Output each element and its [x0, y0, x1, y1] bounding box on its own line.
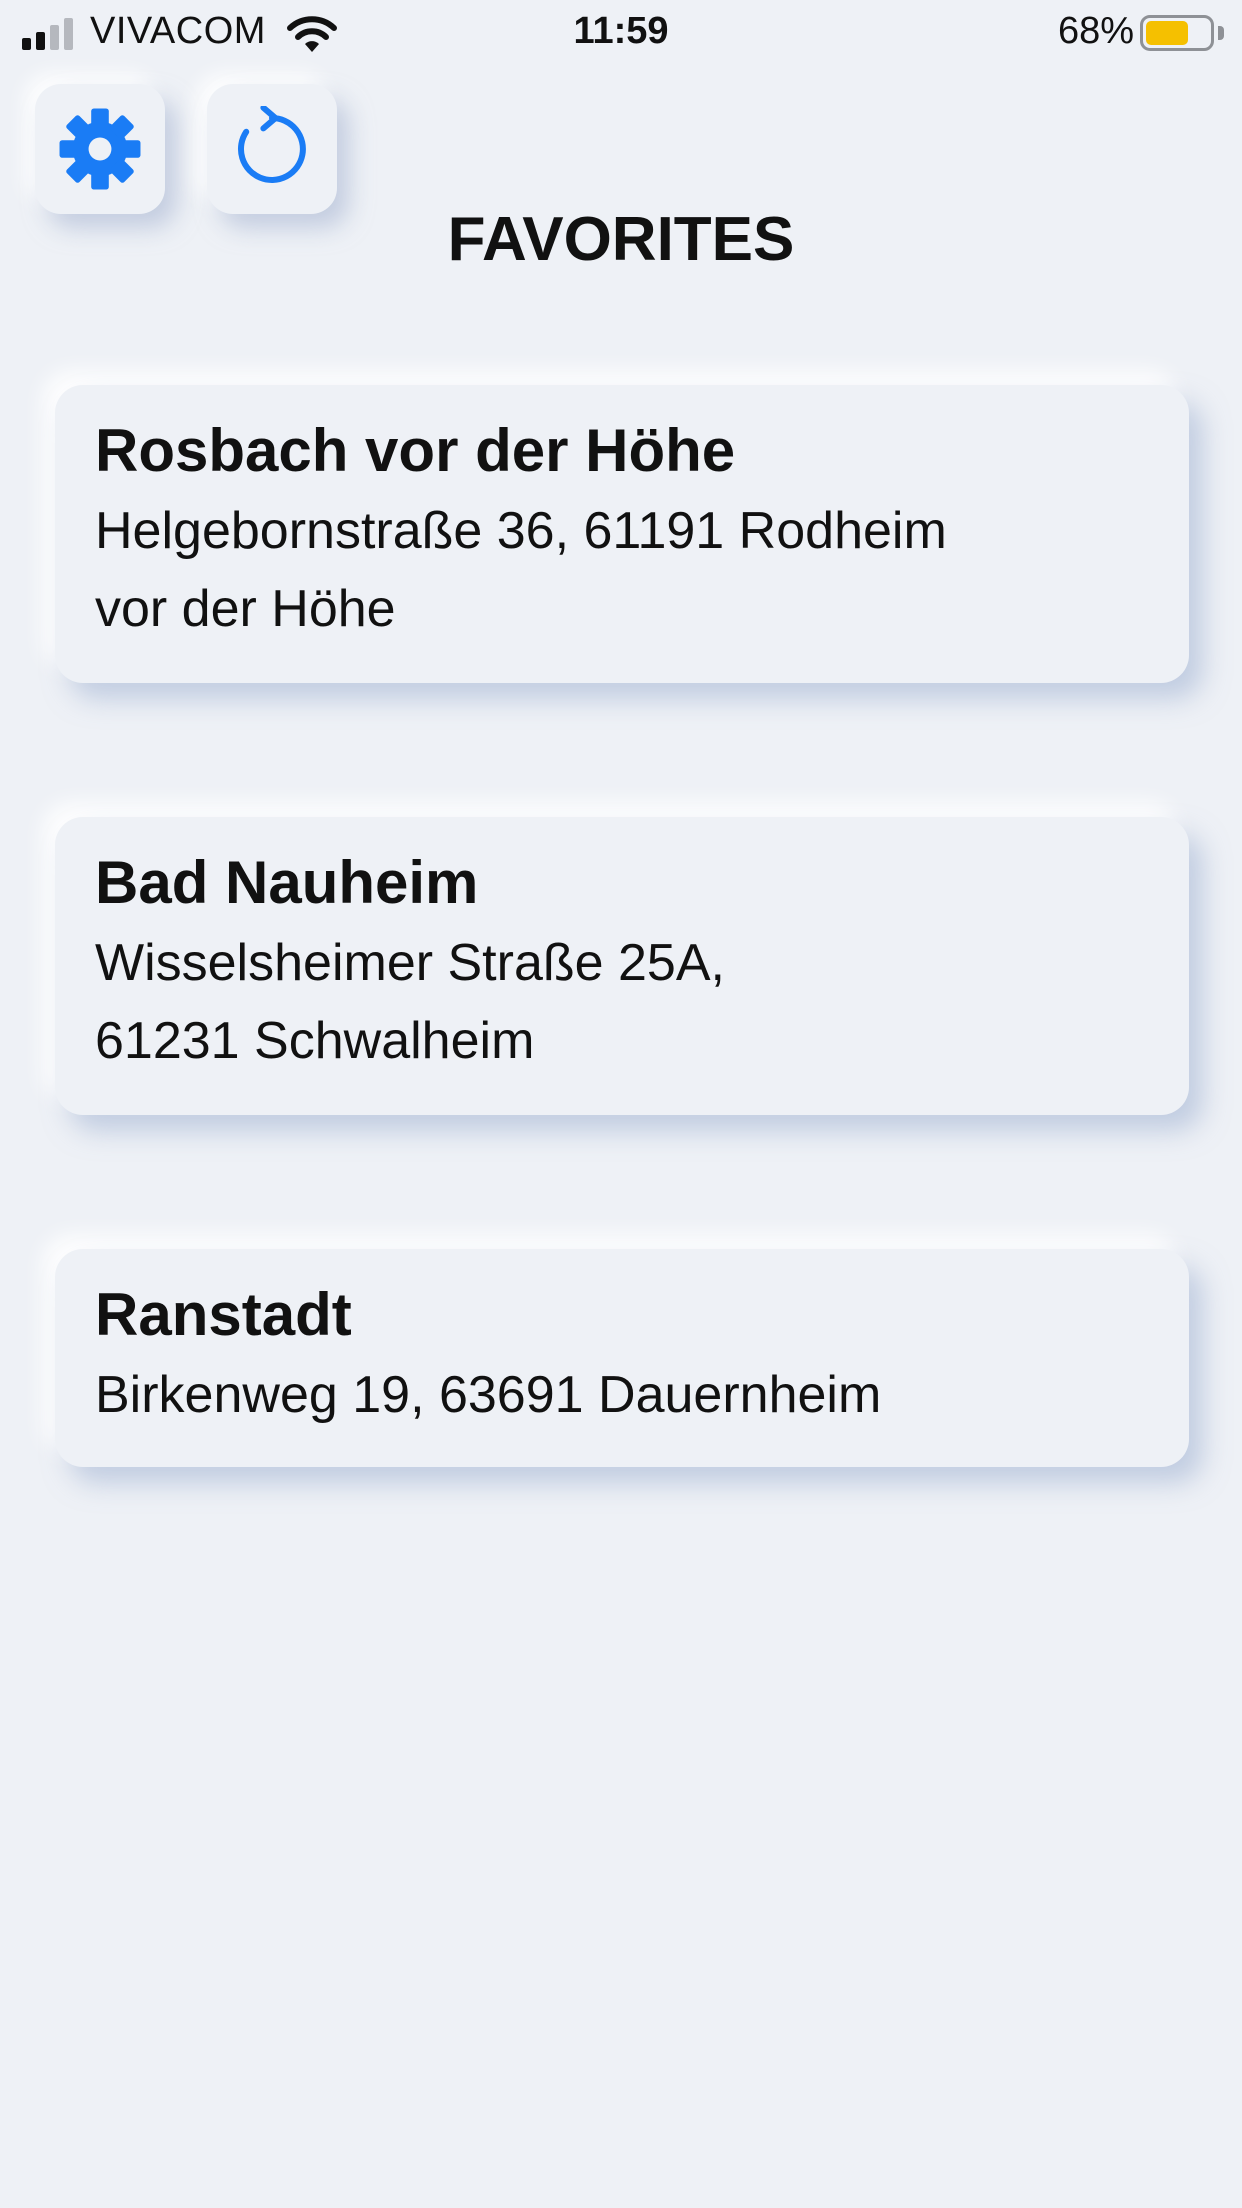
favorite-card[interactable]: Rosbach vor der Höhe Helgebornstraße 36,… — [55, 385, 1189, 683]
refresh-icon — [237, 106, 306, 183]
favorite-card[interactable]: Ranstadt Birkenweg 19, 63691 Dauernheim — [55, 1249, 1189, 1467]
refresh-button[interactable] — [207, 84, 337, 214]
favorite-name: Rosbach vor der Höhe — [95, 417, 736, 484]
favorite-address-line2: vor der Höhe — [95, 580, 396, 638]
gear-icon — [59, 108, 141, 190]
favorite-card[interactable]: Bad Nauheim Wisselsheimer Straße 25A, 61… — [55, 817, 1189, 1115]
favorite-address: Helgebornstraße 36, 61191 Rodheim vor de… — [95, 491, 1149, 649]
favorite-address: Wisselsheimer Straße 25A, 61231 Schwalhe… — [95, 923, 1149, 1081]
battery-level — [1146, 21, 1189, 45]
favorites-screen: VIVACOM 11:59 68% FAVORITES Rosbach vor … — [0, 0, 1242, 2208]
page-title: FAVORITES — [447, 205, 795, 274]
favorite-address-line2: 61231 Schwalheim — [95, 1012, 535, 1070]
status-bar: VIVACOM 11:59 68% — [0, 0, 1242, 66]
favorite-name: Ranstadt — [95, 1281, 352, 1348]
favorite-name: Bad Nauheim — [95, 849, 479, 916]
battery-percent: 68% — [1057, 10, 1134, 52]
favorite-address-line1: Wisselsheimer Straße 25A, — [95, 934, 725, 992]
favorite-address-line1: Birkenweg 19, 63691 Dauernheim — [95, 1366, 882, 1424]
favorite-address: Birkenweg 19, 63691 Dauernheim — [95, 1355, 1149, 1435]
settings-button[interactable] — [35, 84, 165, 214]
favorite-address-line1: Helgebornstraße 36, 61191 Rodheim — [95, 502, 947, 560]
battery-tip — [1218, 26, 1224, 40]
status-time: 11:59 — [573, 10, 669, 52]
battery-icon — [1140, 15, 1214, 51]
